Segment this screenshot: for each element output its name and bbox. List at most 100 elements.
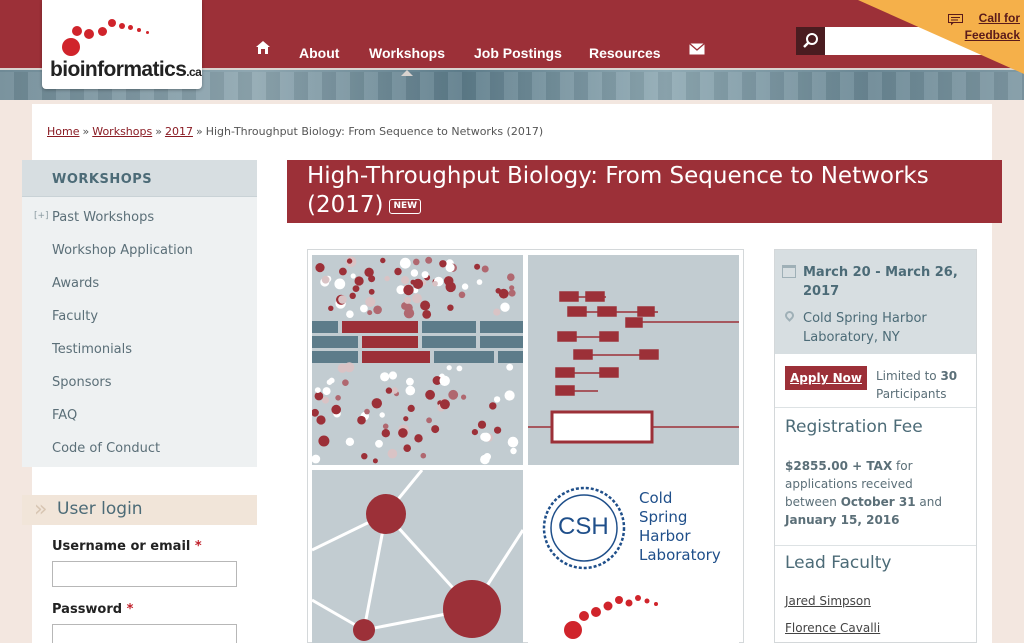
breadcrumb: Home» Workshops» 2017» High-Throughput Biol… [47,125,543,138]
sequence-dot [401,276,410,285]
participant-limit: Limited to 30 Participants [876,367,971,403]
sequence-dot [394,267,402,276]
sequence-dot [373,305,382,315]
breadcrumb-home[interactable]: Home [47,125,79,138]
home-icon[interactable] [255,40,271,58]
mail-icon[interactable] [689,42,705,58]
chevron-right-icon: » [34,497,48,522]
sequence-dot [399,257,411,269]
sequence-dot [371,398,382,409]
sequence-dot [361,453,368,460]
sequence-dot [346,258,353,264]
sequence-dot [349,292,356,299]
sequence-dot [384,275,390,282]
divider [775,545,976,546]
sequence-dot [447,304,454,311]
sequence-dot [481,432,491,442]
username-label-text: Username or email [52,539,191,554]
required-marker: * [126,602,134,617]
sequence-dot [379,412,385,418]
fee-and: and [919,495,942,509]
sidebar-item-faq[interactable]: FAQ [52,408,77,423]
sequence-dot [458,291,466,299]
apply-now-button[interactable]: Apply Now [785,366,867,390]
nav-about[interactable]: About [299,45,339,61]
sequence-dot [477,420,487,429]
illustration-panel-sequences [312,255,523,465]
nav-resources[interactable]: Resources [589,45,661,61]
page-title: High-Throughput Biology: From Sequence t… [307,162,987,220]
logo-main: bioinformatics [50,58,187,81]
calendar-icon [782,265,796,278]
sequence-dot [446,365,452,371]
sequence-dot [403,308,415,319]
feedback-line1: Call for [978,11,1020,25]
sequence-dot [312,454,321,464]
sequence-dot [350,273,356,279]
sequence-dot [314,391,324,401]
sequence-dot [391,387,398,394]
site-logo[interactable]: bioinformatics.ca [42,0,202,89]
sequence-dot [421,271,429,279]
expand-icon[interactable]: [+] [34,211,49,221]
limit-prefix: Limited to [876,369,937,383]
sequence-dot [498,288,509,299]
illustration-panel-csh: CSH Cold Spring Harbor Laboratory [528,470,739,643]
sidebar-item-past-workshops[interactable]: Past Workshops [52,210,154,225]
sequence-dot [461,394,467,400]
sequence-dot [456,365,463,372]
password-label-text: Password [52,602,123,617]
sidebar-item-workshop-application[interactable]: Workshop Application [52,243,193,258]
logo-dot [128,25,133,30]
sequence-dot [338,295,347,304]
sidebar-item-testimonials[interactable]: Testimonials [52,342,132,357]
search-button[interactable] [796,27,825,55]
password-field[interactable] [52,624,237,643]
faculty-link[interactable]: Florence Cavalli [785,621,880,635]
sequence-dot [322,387,331,396]
sequence-dot [326,379,333,385]
csh-line2: Spring [639,508,688,526]
call-for-feedback-link[interactable]: Call for Feedback [944,10,1020,44]
sequence-dot [474,263,481,270]
sequence-dot [506,363,514,371]
sequence-dot [403,444,411,452]
sequence-dot [493,308,501,316]
sidebar-item-faculty[interactable]: Faculty [52,309,98,324]
password-label: Password * [52,602,133,617]
sequence-dot [382,423,389,430]
logo-dot [119,23,125,29]
nav-job-postings[interactable]: Job Postings [474,45,562,61]
registration-fee-text: $2855.00 + TAX for applications received… [785,457,965,529]
breadcrumb-year[interactable]: 2017 [165,125,193,138]
faculty-link[interactable]: Jared Simpson [785,594,871,608]
logo-dot [84,29,94,39]
sequence-dot [380,257,386,264]
sequence-dot [315,263,325,273]
sequence-dot [345,437,355,446]
username-field[interactable] [52,561,237,587]
sequence-dot [337,363,348,373]
csh-line1: Cold [639,489,673,507]
sidebar-item-code-of-conduct[interactable]: Code of Conduct [52,441,160,456]
logo-dot [108,19,116,27]
breadcrumb-separator: » [155,125,162,138]
network-graphic [312,470,523,641]
sequence-dot [321,275,330,284]
sequence-dot [404,296,411,304]
sidebar-item-sponsors[interactable]: Sponsors [52,375,112,390]
sequence-dot [314,387,321,393]
sequence-dot [500,302,510,312]
sidebar-title: WORKSHOPS [52,172,153,187]
sequence-dot [334,278,346,290]
sequence-dot [365,296,376,307]
breadcrumb-workshops[interactable]: Workshops [92,125,152,138]
sequence-dot [385,387,393,394]
sequence-dot [489,402,497,410]
nav-workshops[interactable]: Workshops [369,45,445,76]
sequence-dot [425,389,435,400]
fee-date-start: October 31 [840,495,916,509]
sequence-dot [439,260,447,268]
sequence-dot [318,435,330,447]
sidebar-item-awards[interactable]: Awards [52,276,99,291]
